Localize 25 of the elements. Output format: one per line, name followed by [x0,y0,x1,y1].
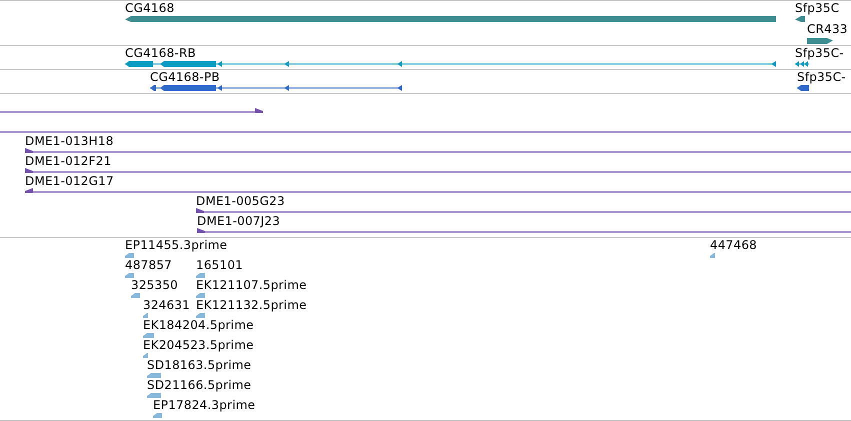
feature-label: CG4168-PB [150,70,220,84]
feature-label: Sfp35C- [795,46,844,60]
feature-label: CG4168-RB [125,46,196,60]
feature-label: DME1-007J23 [197,214,280,228]
feature-label: EP17824.3prime [153,398,256,412]
feature-label: CR433 [807,22,848,36]
feature-label: SD21166.5prime [147,378,252,392]
feature-label: EK121132.5prime [196,298,307,312]
feature-label: Sfp35C [795,1,840,15]
feature-label: 487857 [125,258,172,272]
feature-label: DME1-012G17 [25,174,114,188]
feature-label: DME1-013H18 [25,134,114,148]
feature-label: EK184204.5prime [143,318,254,332]
feature-label: EP11455.3prime [125,238,228,252]
feature-label: 324631 [143,298,190,312]
feature-label: 325350 [131,278,178,292]
feature-label: SD18163.5prime [147,358,252,372]
feature-label: DME1-012F21 [25,154,112,168]
feature-label: Sfp35C- [797,70,846,84]
feature-label: 165101 [196,258,244,272]
feature-label: 447468 [710,238,758,252]
feature-label: CG4168 [125,1,174,15]
feature-label: EK121107.5prime [196,278,307,292]
feature-label: EK204523.5prime [143,338,254,352]
feature-label: DME1-005G23 [196,194,285,208]
